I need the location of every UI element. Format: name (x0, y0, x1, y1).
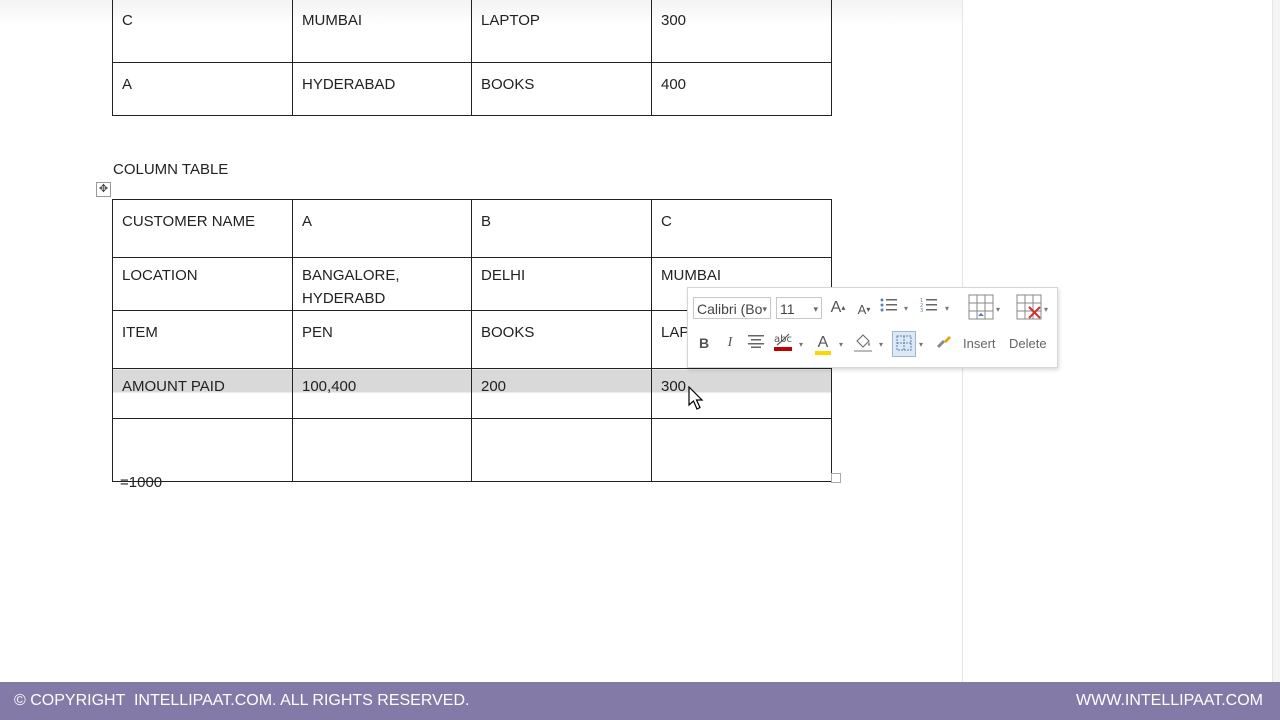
table-cell[interactable]: LOCATION (112, 257, 293, 311)
bullets-icon (880, 298, 897, 312)
table-cell[interactable]: CUSTOMER NAME (112, 199, 293, 258)
table-row[interactable] (112, 418, 832, 482)
table-cell[interactable]: B (471, 199, 652, 258)
scrollbar-track[interactable] (1272, 0, 1280, 682)
table-cell[interactable]: A (292, 199, 472, 258)
italic-button[interactable]: I (722, 332, 738, 354)
shrink-arrow-icon: ▾ (866, 305, 871, 314)
bold-button[interactable]: B (696, 332, 712, 354)
format-painter-icon (936, 336, 951, 349)
chevron-down-icon[interactable]: ▾ (839, 340, 843, 349)
table-cell[interactable]: LAPTOP (471, 0, 652, 63)
table-cell[interactable]: A (112, 62, 293, 116)
copyright-text: © COPYRIGHT INTELLIPAAT.COM. ALL RIGHTS … (14, 692, 470, 709)
table-caption: COLUMN TABLE (113, 161, 229, 178)
format-painter-button[interactable] (934, 332, 954, 354)
table-cell[interactable]: BANGALORE, HYDERABD (292, 257, 472, 311)
table-cell[interactable] (651, 418, 832, 482)
chevron-down-icon[interactable]: ▾ (799, 340, 803, 349)
document-page[interactable]: C MUMBAI LAPTOP 300 A HYDERABAD BOOKS 40… (0, 0, 1280, 682)
highlight-color-bar (815, 351, 831, 355)
table-cell[interactable]: 300 (651, 0, 832, 63)
table-cell[interactable]: PEN (292, 310, 472, 369)
table-resize-handle[interactable] (831, 473, 841, 483)
shading-button[interactable] (852, 331, 874, 357)
font-color-button[interactable]: A (814, 331, 832, 357)
chevron-down-icon[interactable]: ▾ (1044, 305, 1048, 314)
table-cell[interactable]: DELHI (471, 257, 652, 311)
table-cell[interactable] (112, 418, 293, 482)
table-row[interactable]: CUSTOMER NAME A B C (112, 199, 832, 258)
font-size-select[interactable]: 11 ▾ (776, 297, 822, 319)
chevron-down-icon[interactable]: ▾ (879, 340, 883, 349)
numbering-button[interactable]: 1 2 3 (918, 297, 940, 319)
table-cell[interactable]: C (112, 0, 293, 63)
insert-table-button[interactable] (966, 294, 996, 322)
table-cell[interactable]: BOOKS (471, 62, 652, 116)
table-cell[interactable] (292, 418, 472, 482)
table-cell[interactable]: ITEM (112, 310, 293, 369)
chevron-down-icon[interactable]: ▾ (996, 305, 1000, 314)
grow-font-button[interactable]: A▴ (830, 297, 846, 319)
table-cell[interactable]: 100,400 (292, 368, 472, 419)
mouse-cursor-icon (688, 386, 704, 410)
mini-toolbar: Calibri (Bo ▾ 11 ▾ A▴ A▾ ▾ 1 2 3 ▾ ▾ ▾ B… (687, 287, 1058, 368)
website-text: WWW.INTELLIPAAT.COM (1076, 692, 1263, 709)
formula-text: =1000 (120, 474, 163, 491)
paint-bucket-icon (854, 334, 872, 352)
bullets-button[interactable] (878, 297, 900, 319)
table-cell[interactable]: 300 (651, 368, 832, 419)
table-row[interactable]: C MUMBAI LAPTOP 300 (112, 0, 832, 63)
table-cell[interactable]: MUMBAI (292, 0, 472, 63)
shrink-font-button[interactable]: A▾ (856, 299, 872, 321)
align-center-icon (748, 335, 764, 348)
table-cell[interactable] (471, 418, 652, 482)
delete-label: Delete (1009, 336, 1047, 351)
delete-table-icon (1016, 294, 1042, 320)
table-row[interactable]: A HYDERABAD BOOKS 400 (112, 62, 832, 116)
table-cell[interactable]: 200 (471, 368, 652, 419)
grow-arrow-icon: ▴ (841, 303, 846, 312)
borders-icon (896, 335, 912, 351)
row-table[interactable]: C MUMBAI LAPTOP 300 A HYDERABAD BOOKS 40… (112, 0, 832, 116)
insert-table-icon (968, 294, 994, 320)
table-cell[interactable]: BOOKS (471, 310, 652, 369)
styles-icon: abc (774, 333, 792, 351)
delete-table-button[interactable] (1014, 294, 1044, 322)
table-cell[interactable]: AMOUNT PAID (112, 368, 293, 419)
table-cell[interactable]: HYDERABAD (292, 62, 472, 116)
chevron-down-icon: ▾ (813, 304, 818, 314)
table-move-handle-icon[interactable]: ✥ (96, 182, 111, 197)
svg-text:3: 3 (920, 308, 923, 313)
chevron-down-icon[interactable]: ▾ (919, 340, 923, 349)
copyright-footer: © COPYRIGHT INTELLIPAAT.COM. ALL RIGHTS … (0, 682, 1280, 720)
chevron-down-icon: ▾ (762, 304, 767, 314)
font-name-select[interactable]: Calibri (Bo ▾ (693, 297, 771, 319)
center-align-button[interactable] (746, 332, 766, 354)
selected-table-row[interactable]: AMOUNT PAID 100,400 200 300 (112, 368, 832, 419)
chevron-down-icon[interactable]: ▾ (945, 304, 949, 313)
table-cell[interactable]: C (651, 199, 832, 258)
insert-label: Insert (963, 336, 996, 351)
table-cell[interactable]: 400 (651, 62, 832, 116)
styles-button[interactable]: abc (772, 330, 794, 356)
chevron-down-icon[interactable]: ▾ (904, 304, 908, 313)
borders-button[interactable] (892, 331, 916, 357)
numbering-icon: 1 2 3 (920, 298, 937, 314)
